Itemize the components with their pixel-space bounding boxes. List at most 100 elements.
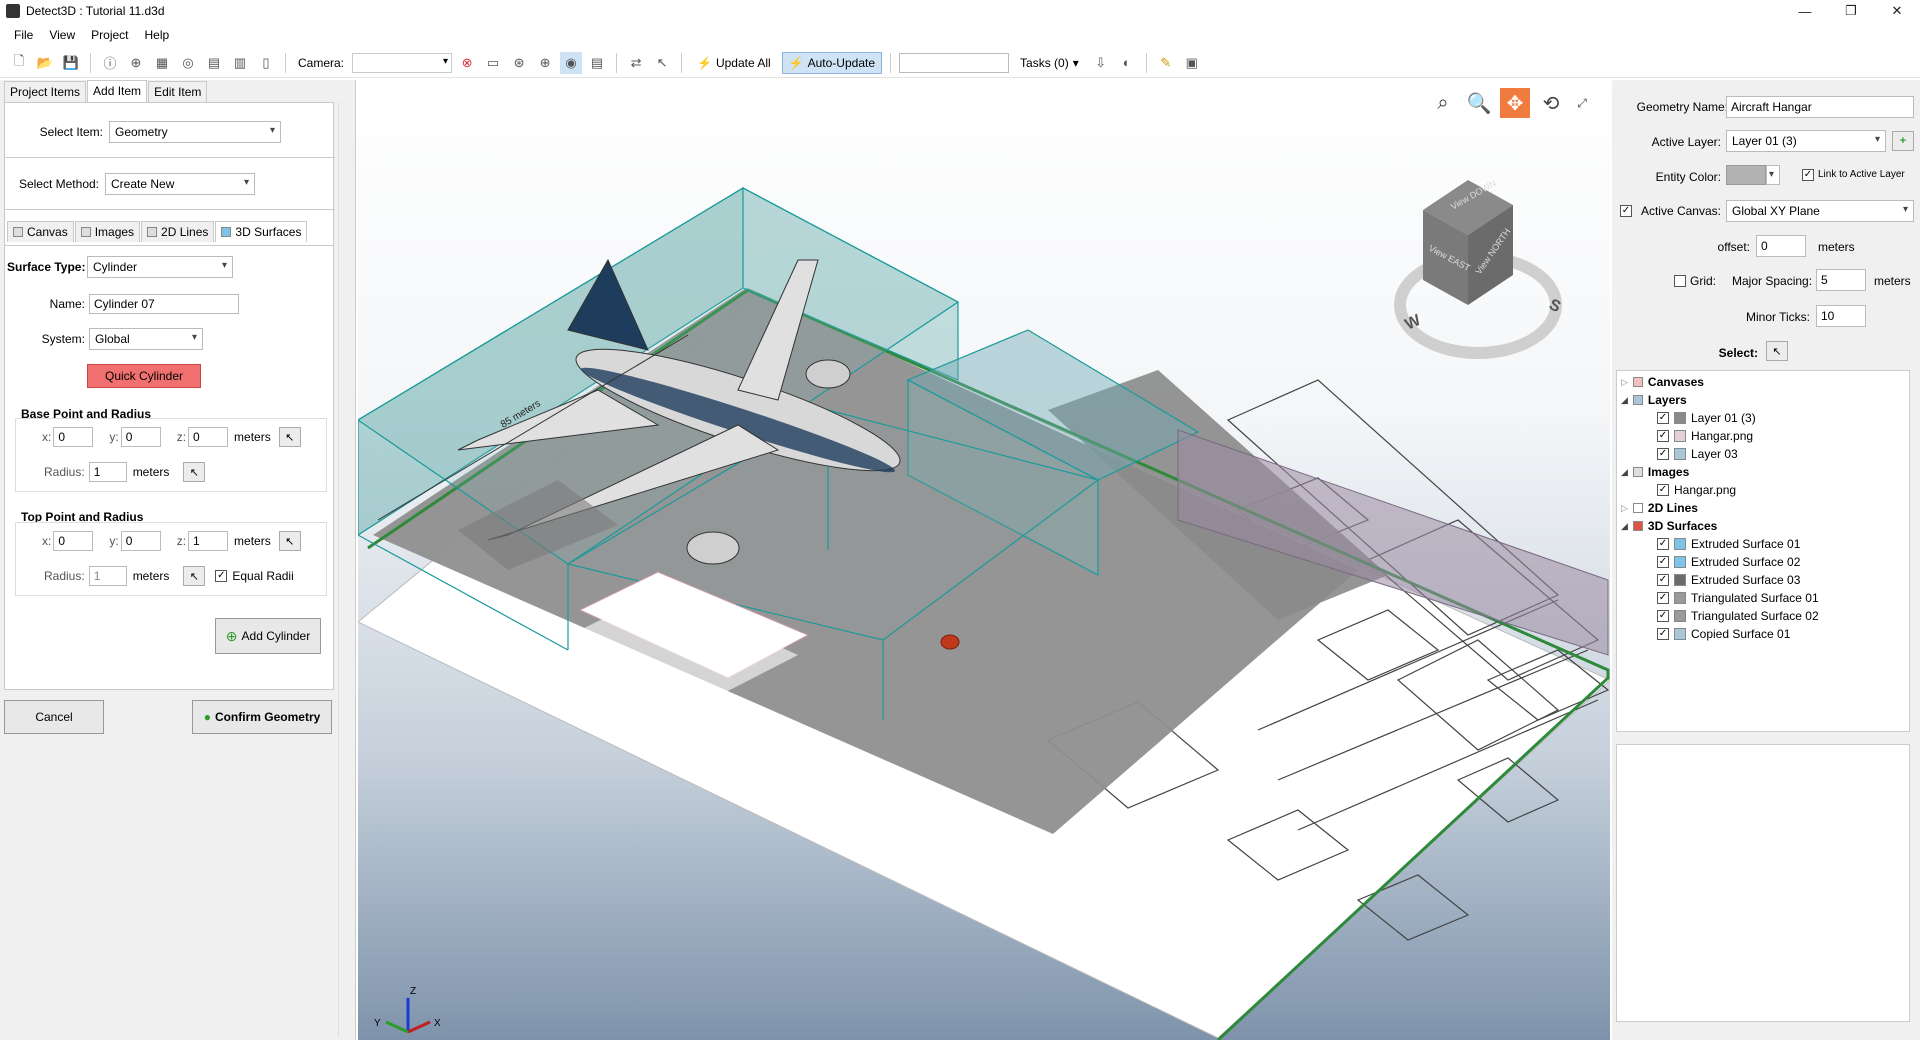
top-radius-input[interactable]: 1 [88, 566, 127, 586]
tab-edit-item[interactable]: Edit Item [148, 81, 208, 102]
grid-icon[interactable]: ▦ [151, 52, 173, 74]
tab-project-items[interactable]: Project Items [4, 81, 87, 102]
image-checkbox[interactable]: ✓ [1657, 484, 1669, 496]
menu-project[interactable]: Project [83, 28, 136, 42]
surface-type-dropdown[interactable]: Cylinder [87, 256, 233, 278]
perspective-icon[interactable]: ◉ [560, 51, 583, 74]
subtab-canvas[interactable]: Canvas [7, 221, 74, 242]
tree-node-layers[interactable]: ◢ Layers [1621, 393, 1687, 407]
maximize-button[interactable]: ❐ [1828, 0, 1874, 22]
entity-color-swatch[interactable] [1726, 165, 1766, 185]
subtab-3d-surfaces[interactable]: 3D Surfaces [215, 221, 308, 242]
tree-item-surface[interactable]: ✓ Extruded Surface 02 [1657, 555, 1800, 569]
surface-checkbox[interactable]: ✓ [1657, 610, 1669, 622]
open-folder-icon[interactable]: 📂 [34, 52, 56, 74]
target-icon[interactable]: ◎ [177, 52, 199, 74]
name-input[interactable]: Cylinder 07 [89, 294, 239, 314]
entity-color-dropdown[interactable] [1766, 165, 1780, 185]
rotate-icon[interactable]: ⟲ [1536, 88, 1566, 118]
pan-icon[interactable]: ✥ [1500, 88, 1530, 118]
top-y-input[interactable]: 0 [120, 531, 161, 551]
tab-add-item[interactable]: Add Item [87, 80, 148, 102]
base-y-input[interactable]: 0 [120, 427, 161, 447]
tree-item-surface[interactable]: ✓ Extruded Surface 03 [1657, 573, 1800, 587]
select-item-dropdown[interactable]: Geometry [109, 121, 281, 143]
chart-icon[interactable]: ▤ [203, 52, 225, 74]
expand-icon[interactable]: ▷ [1621, 377, 1628, 388]
add-icon[interactable]: ⊕ [125, 52, 147, 74]
menu-help[interactable]: Help [137, 28, 178, 42]
tree-item-surface[interactable]: ✓ Extruded Surface 01 [1657, 537, 1800, 551]
tree-item-surface[interactable]: ✓ Triangulated Surface 01 [1657, 591, 1819, 605]
close-button[interactable]: ✕ [1874, 0, 1920, 22]
tree-node-canvases[interactable]: ▷ Canvases [1621, 375, 1704, 389]
collapse-icon[interactable]: ◢ [1621, 521, 1628, 532]
3d-viewport[interactable]: 85 meters Z X Y View DOWN View EAST View… [358, 80, 1610, 1040]
cancel-button[interactable]: Cancel [4, 700, 104, 734]
select-method-dropdown[interactable]: Create New [105, 173, 255, 195]
pick-point-button[interactable]: ↖ [278, 427, 301, 447]
confirm-geometry-button[interactable]: ● Confirm Geometry [192, 700, 332, 734]
database-icon[interactable]: ▣ [1181, 52, 1203, 74]
report-icon[interactable]: ▯ [255, 52, 277, 74]
new-project-icon[interactable]: 🗋 [8, 52, 30, 74]
base-x-input[interactable]: 0 [53, 427, 94, 447]
subtab-2d-lines[interactable]: 2D Lines [141, 221, 215, 242]
system-dropdown[interactable]: Global [89, 328, 203, 350]
active-canvas-checkbox[interactable]: ✓ [1620, 205, 1632, 217]
surface-checkbox[interactable]: ✓ [1657, 592, 1669, 604]
layer-checkbox[interactable]: ✓ [1657, 448, 1669, 460]
geometry-name-input[interactable]: Aircraft Hangar [1726, 96, 1914, 118]
fullscreen-icon[interactable]: ⤢ [1572, 88, 1592, 118]
camera-icon[interactable]: ▭ [482, 52, 504, 74]
clip-icon[interactable]: ▤ [586, 52, 608, 74]
surface-checkbox[interactable]: ✓ [1657, 628, 1669, 640]
tasks-button[interactable]: Tasks (0) ▾ [1013, 52, 1086, 74]
zoom-icon[interactable]: 🔍 [1464, 88, 1494, 118]
subtab-images[interactable]: Images [74, 221, 141, 242]
zoom-extents-icon[interactable]: ⌕ [1428, 88, 1458, 118]
tree-node-images[interactable]: ◢ Images [1621, 465, 1689, 479]
select-pointer-button[interactable]: ↖ [1766, 341, 1788, 361]
pick-radius-button[interactable]: ↖ [183, 566, 206, 586]
pick-radius-button[interactable]: ↖ [183, 462, 206, 482]
table-icon[interactable]: ▥ [229, 52, 251, 74]
info-icon[interactable]: ⓘ [99, 52, 121, 74]
quick-cylinder-button[interactable]: Quick Cylinder [87, 364, 201, 388]
tree-node-2d-lines[interactable]: ▷ 2D Lines [1621, 501, 1698, 515]
render-icon[interactable]: ◐ [1116, 52, 1138, 74]
collapse-icon[interactable]: ◢ [1621, 467, 1628, 478]
tree-item-image[interactable]: ✓ Hangar.png [1657, 483, 1736, 497]
layer-checkbox[interactable]: ✓ [1657, 430, 1669, 442]
top-z-input[interactable]: 1 [188, 531, 229, 551]
add-layer-button[interactable]: + [1892, 131, 1914, 151]
expand-icon[interactable]: ▷ [1621, 503, 1628, 514]
import-icon[interactable]: ⇄ [625, 52, 647, 74]
minor-ticks-input[interactable]: 10 [1816, 305, 1866, 327]
link-layer-checkbox[interactable]: ✓ [1802, 169, 1814, 181]
layer-checkbox[interactable]: ✓ [1657, 412, 1669, 424]
major-spacing-input[interactable]: 5 [1816, 269, 1866, 291]
equal-radii-checkbox[interactable]: ✓ [215, 570, 228, 582]
export-icon[interactable]: ⇩ [1090, 52, 1112, 74]
active-layer-dropdown[interactable]: Layer 01 (3) [1726, 130, 1886, 152]
menu-view[interactable]: View [41, 28, 83, 42]
tree-item-surface[interactable]: ✓ Copied Surface 01 [1657, 627, 1790, 641]
tree-item-surface[interactable]: ✓ Triangulated Surface 02 [1657, 609, 1819, 623]
orbit-icon[interactable]: ⊕ [534, 52, 556, 74]
crosshair-icon[interactable]: ⊛ [508, 52, 530, 74]
surface-checkbox[interactable]: ✓ [1657, 538, 1669, 550]
menu-file[interactable]: File [6, 28, 41, 42]
update-all-button[interactable]: ⚡ Update All [690, 52, 778, 74]
active-canvas-dropdown[interactable]: Global XY Plane [1726, 200, 1914, 222]
surface-checkbox[interactable]: ✓ [1657, 574, 1669, 586]
pointer-icon[interactable]: ↖ [651, 52, 673, 74]
camera-dropdown[interactable] [352, 52, 453, 73]
left-scrollbar[interactable] [338, 102, 350, 1037]
tree-item-layer[interactable]: ✓ Layer 03 [1657, 447, 1738, 461]
base-z-input[interactable]: 0 [188, 427, 229, 447]
delete-camera-icon[interactable]: ⊗ [456, 52, 478, 74]
pick-point-button[interactable]: ↖ [278, 531, 301, 551]
pencil-icon[interactable]: ✎ [1155, 52, 1177, 74]
tree-item-layer[interactable]: ✓ Layer 01 (3) [1657, 411, 1756, 425]
